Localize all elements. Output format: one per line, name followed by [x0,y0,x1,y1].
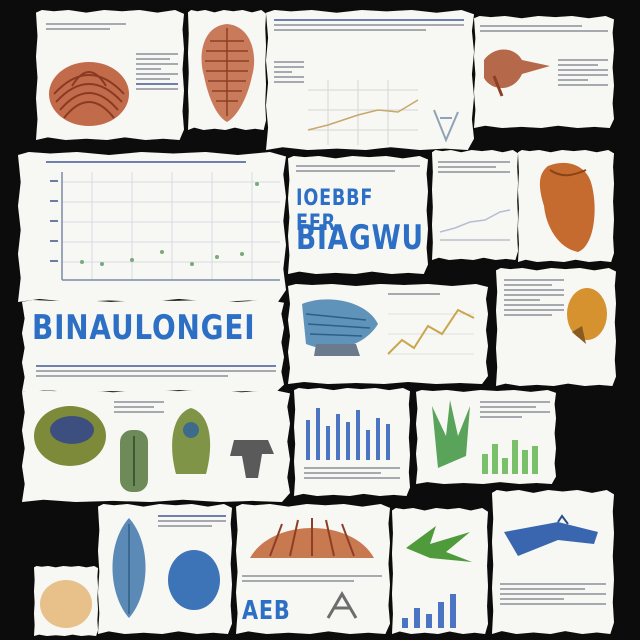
leaf-specimen-icon [406,526,472,562]
egg-specimen-icon [34,406,106,466]
text-lines [46,158,246,166]
line-chart-thumb [387,308,475,355]
text-lines [504,276,564,319]
text-lines [388,290,474,298]
card-bar-chart [294,388,410,496]
bar-chart-thumb [306,408,390,460]
coral-specimen-icon [201,24,255,122]
coral-specimen-icon [250,518,374,558]
headline-left: BINAULONGEI [32,308,256,348]
leaf-specimen-icon [172,408,211,474]
text-lines [480,22,608,35]
text-lines [500,580,606,608]
text-lines [242,572,382,585]
text-lines [558,56,608,89]
scatter-chart-thumb [50,172,280,281]
card-specimens-left [22,390,290,502]
shell-specimen-icon [120,430,148,492]
leaf-specimen-icon [302,299,378,356]
claw-specimen-icon [504,514,598,556]
card-coral [188,10,266,130]
text-lines [274,58,304,86]
card-green-specimen [416,390,556,484]
card-small-chart [432,150,518,260]
claw-specimen-icon [230,440,274,478]
headline-bottom: AEB [242,596,291,626]
claw-specimen-icon [433,109,459,143]
card-top-right [474,16,614,128]
card-egg [34,566,98,636]
line-chart-thumb [439,209,511,241]
leaf-specimen-icon [112,518,146,618]
text-lines [296,162,420,175]
text-lines [438,158,510,176]
egg-specimen-icon [168,550,220,610]
card-blue-chart [288,284,488,384]
card-top-left [36,10,184,140]
headline-mid: BIAGWU [296,218,424,258]
card-headline-mid: IOEBBF FER BIAGWU [288,156,428,274]
specimen-collage: BINAULONGEI IOEBBF FER BIAGWU AEB [0,0,640,640]
text-lines [114,398,164,416]
text-lines [36,362,276,380]
claw-specimen-icon [326,591,358,619]
leaf-specimen-icon [432,400,470,468]
text-lines [274,16,464,34]
card-green-leaves [392,508,488,634]
card-main-chart [18,152,286,302]
shell-specimen-icon [49,62,129,126]
coral-specimen-icon [539,162,595,252]
card-headline-left: BINAULONGEI [22,300,284,392]
bar-chart-thumb [482,440,538,474]
text-lines [158,512,226,530]
card-right-shell [496,268,616,386]
text-lines [46,20,126,33]
shell-specimen-icon [567,288,607,344]
line-chart-thumb [307,80,419,145]
card-blue-specimens [98,504,232,634]
text-lines [480,398,550,421]
text-lines [304,464,400,482]
card-top-chart [266,10,474,150]
claw-specimen-icon [484,49,550,97]
card-blue-gloves [492,490,614,634]
bar-chart-thumb [402,594,456,628]
egg-specimen-icon [40,580,92,628]
card-orange-specimen [518,150,614,262]
card-bottom-coral: AEB [236,504,390,634]
text-lines [136,50,178,93]
